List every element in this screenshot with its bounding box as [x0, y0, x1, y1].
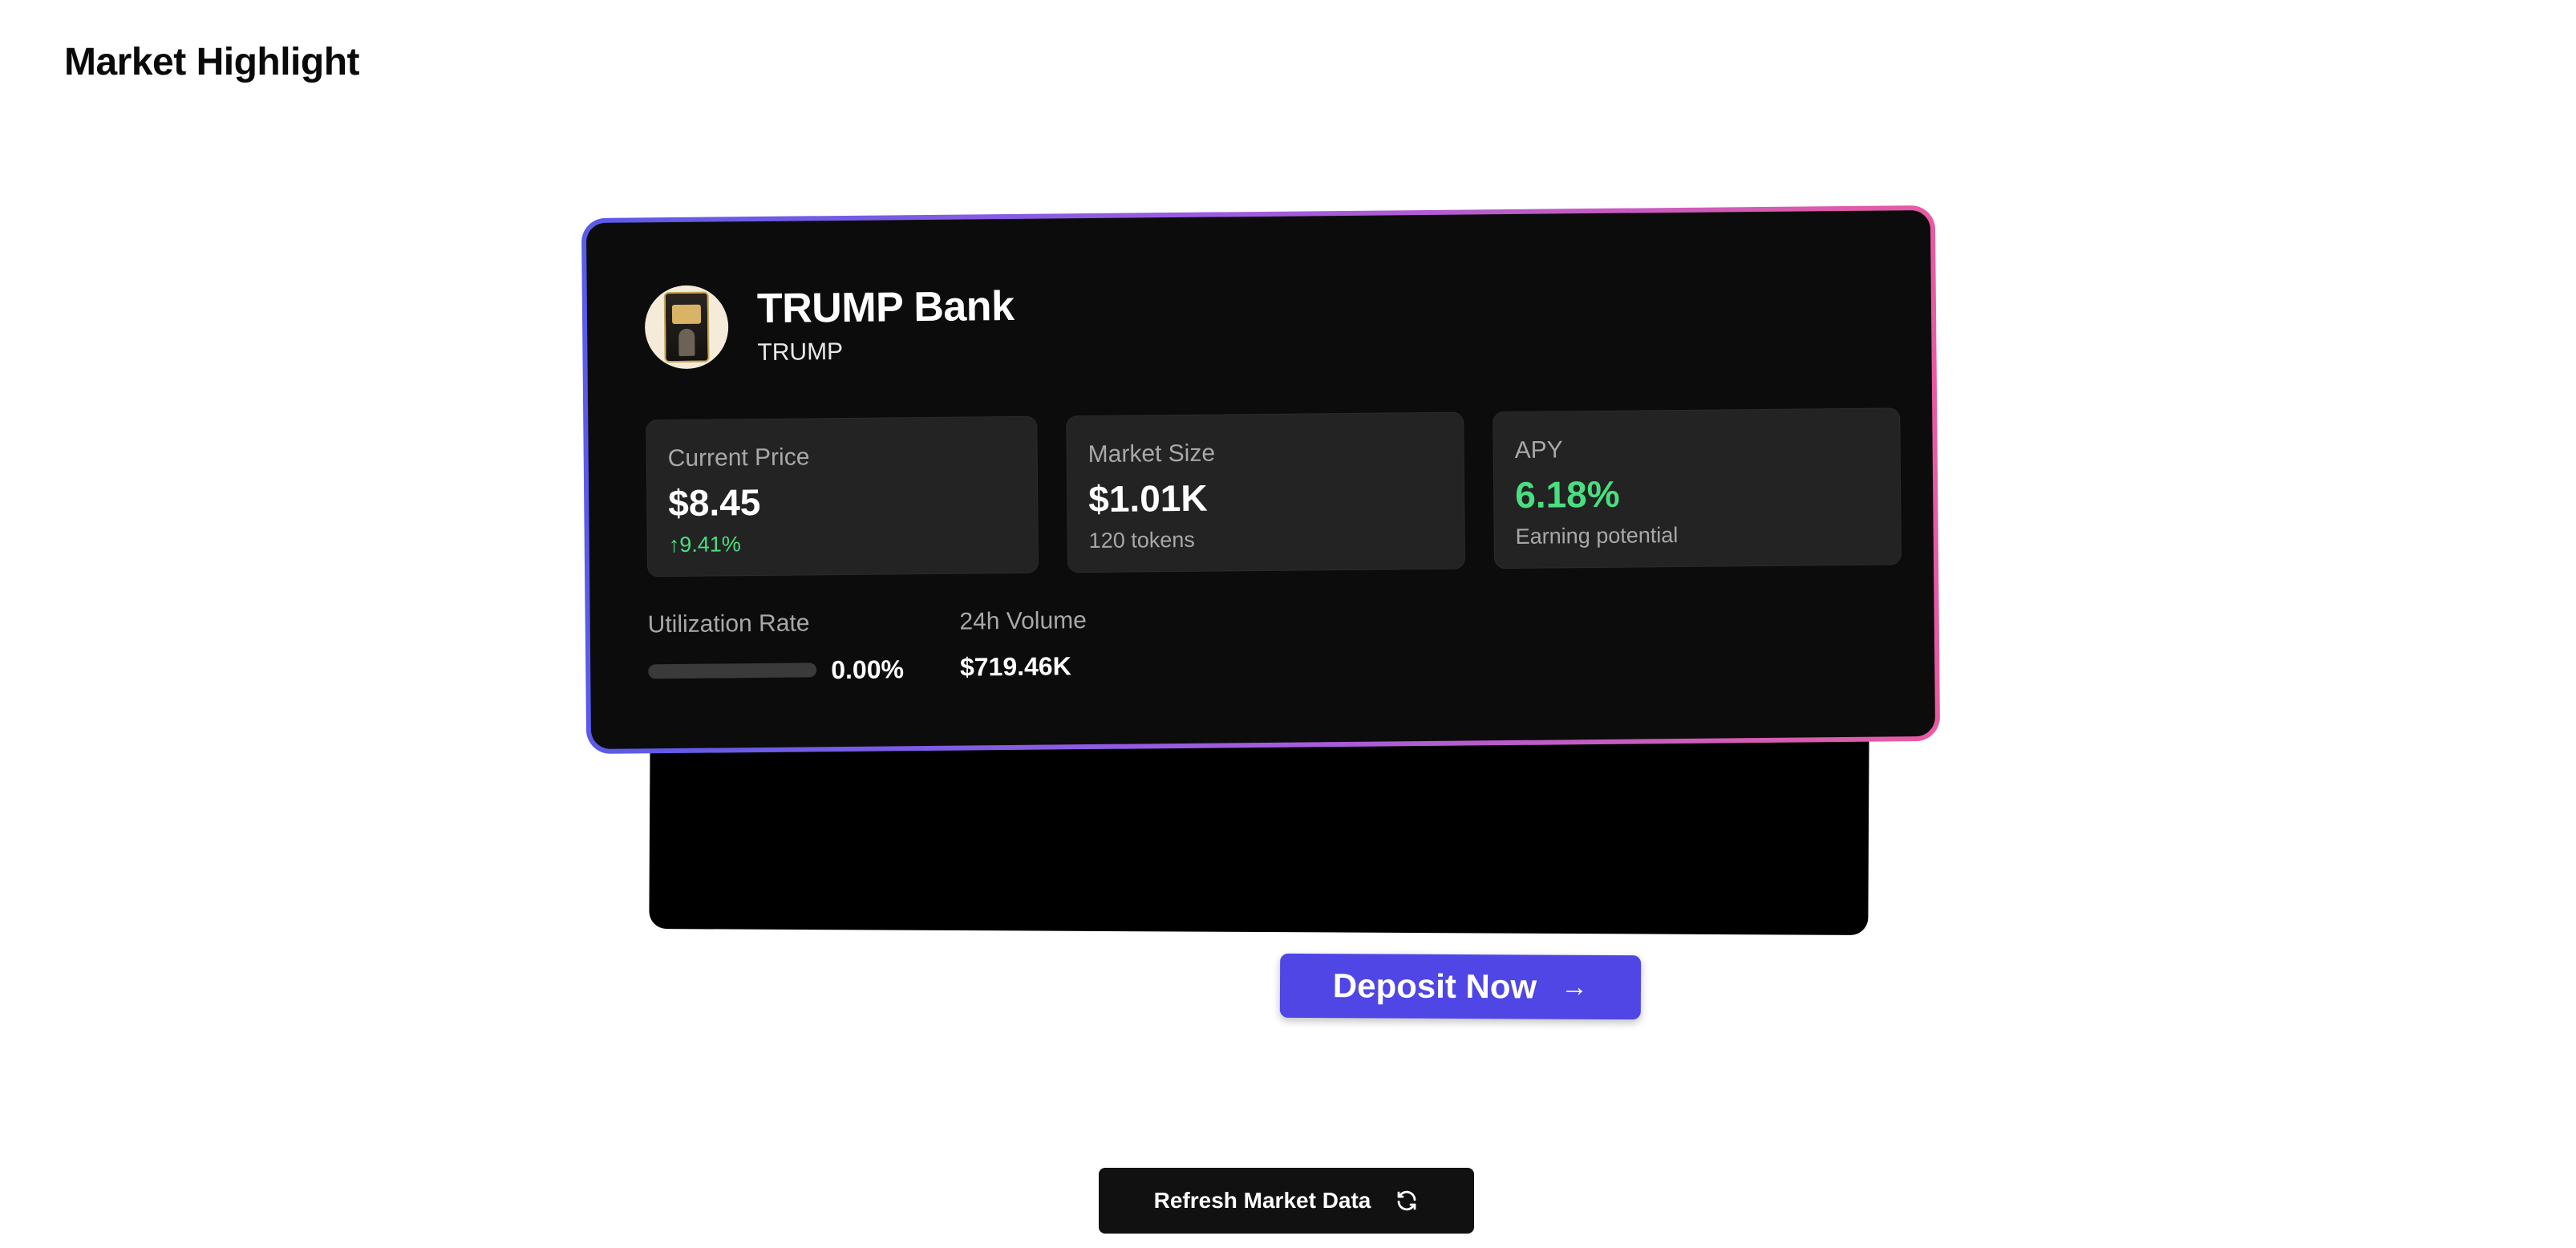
refresh-icon — [1395, 1189, 1419, 1213]
volume-value: $719.46K — [959, 651, 1071, 682]
utilization-block: Utilization Rate 0.00% — [648, 608, 905, 687]
market-name: TRUMP Bank — [756, 282, 1015, 333]
deposit-button-label: Deposit Now — [1332, 966, 1537, 1006]
market-size-value: $1.01K — [1088, 476, 1208, 521]
utilization-progress-bar — [648, 662, 817, 679]
refresh-button-label: Refresh Market Data — [1153, 1188, 1371, 1213]
utilization-row: 0.00% — [648, 653, 904, 687]
page-title: Market Highlight — [64, 41, 360, 83]
stats-row: Current Price $8.45 ↑9.41% Market Size $… — [646, 407, 1902, 577]
volume-block: 24h Volume $719.46K — [959, 606, 1087, 685]
apy-sub: Earning potential — [1515, 523, 1679, 549]
market-header: TRUMP Bank TRUMP — [644, 282, 1015, 370]
current-price-value: $8.45 — [667, 480, 761, 525]
market-title-block: TRUMP Bank TRUMP — [757, 282, 1015, 369]
apy-label: APY — [1514, 436, 1563, 464]
stat-card-market-size: Market Size $1.01K 120 tokens — [1066, 411, 1466, 573]
stat-card-current-price: Current Price $8.45 ↑9.41% — [646, 415, 1039, 577]
market-size-label: Market Size — [1088, 440, 1216, 468]
market-size-sub: 120 tokens — [1088, 527, 1195, 553]
deposit-now-button[interactable]: Deposit Now → — [1279, 953, 1642, 1020]
utilization-value: 0.00% — [831, 654, 905, 685]
utilization-label: Utilization Rate — [647, 610, 810, 638]
stat-card-apy: APY 6.18% Earning potential — [1493, 407, 1902, 569]
metrics-row: Utilization Rate 0.00% 24h Volume $719.4… — [648, 606, 1088, 687]
token-logo-image — [663, 291, 710, 363]
market-card-border: TRUMP Bank TRUMP Current Price $8.45 ↑9.… — [581, 205, 1941, 755]
trump-token-logo-icon — [644, 285, 729, 370]
price-change: ↑9.41% — [668, 532, 741, 557]
market-card[interactable]: TRUMP Bank TRUMP Current Price $8.45 ↑9.… — [585, 209, 1936, 750]
current-price-label: Current Price — [667, 444, 810, 472]
arrow-right-icon: → — [1561, 971, 1589, 1003]
apy-value: 6.18% — [1514, 472, 1620, 516]
refresh-market-data-button[interactable]: Refresh Market Data — [1099, 1168, 1474, 1234]
market-symbol: TRUMP — [757, 338, 844, 367]
volume-label: 24h Volume — [959, 607, 1088, 635]
